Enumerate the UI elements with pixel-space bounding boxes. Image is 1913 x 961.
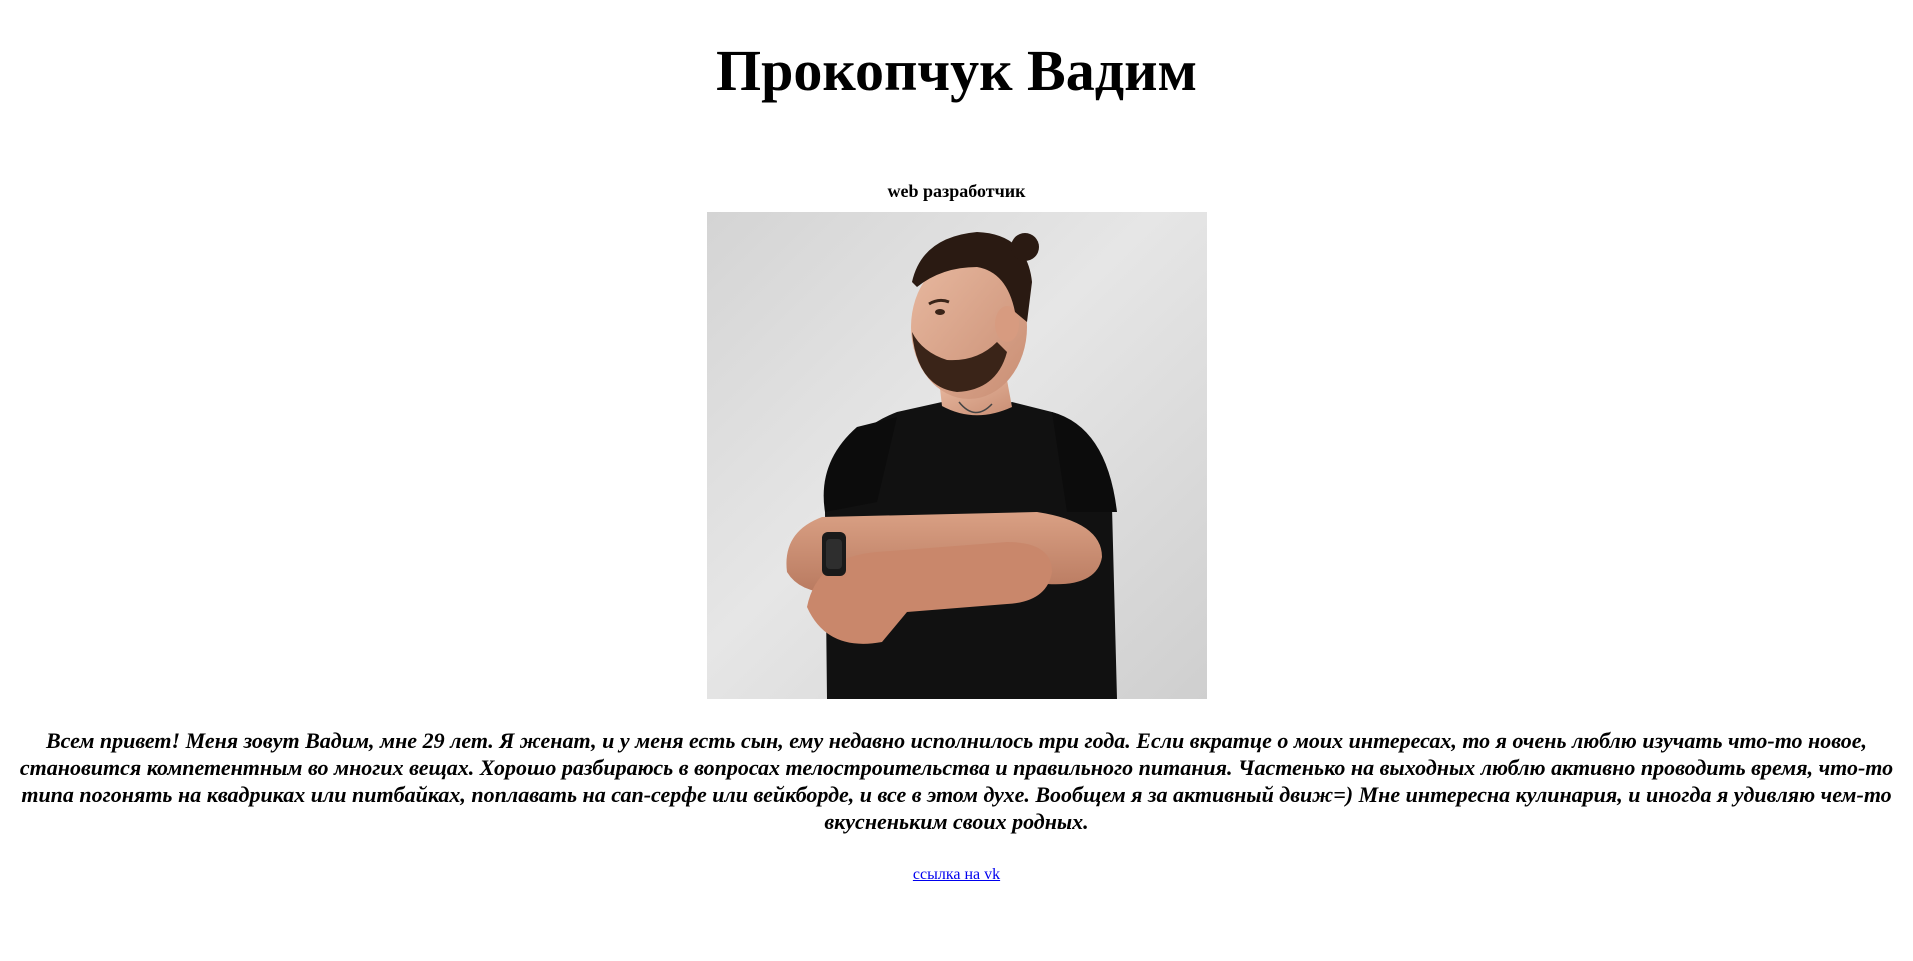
- bio-text: Всем привет! Меня зовут Вадим, мне 29 ле…: [19, 728, 1894, 834]
- vk-link[interactable]: ссылка на vk: [913, 866, 1000, 883]
- profile-photo: [706, 212, 1207, 699]
- job-title: web разработчик: [887, 181, 1026, 201]
- portrait-photo-icon: [706, 212, 1207, 699]
- page: Прокопчук Вадим web разработчик Всем при…: [0, 0, 1913, 885]
- page-title: Прокопчук Вадим: [715, 38, 1198, 103]
- link-container: ссылка на vk: [8, 865, 1905, 885]
